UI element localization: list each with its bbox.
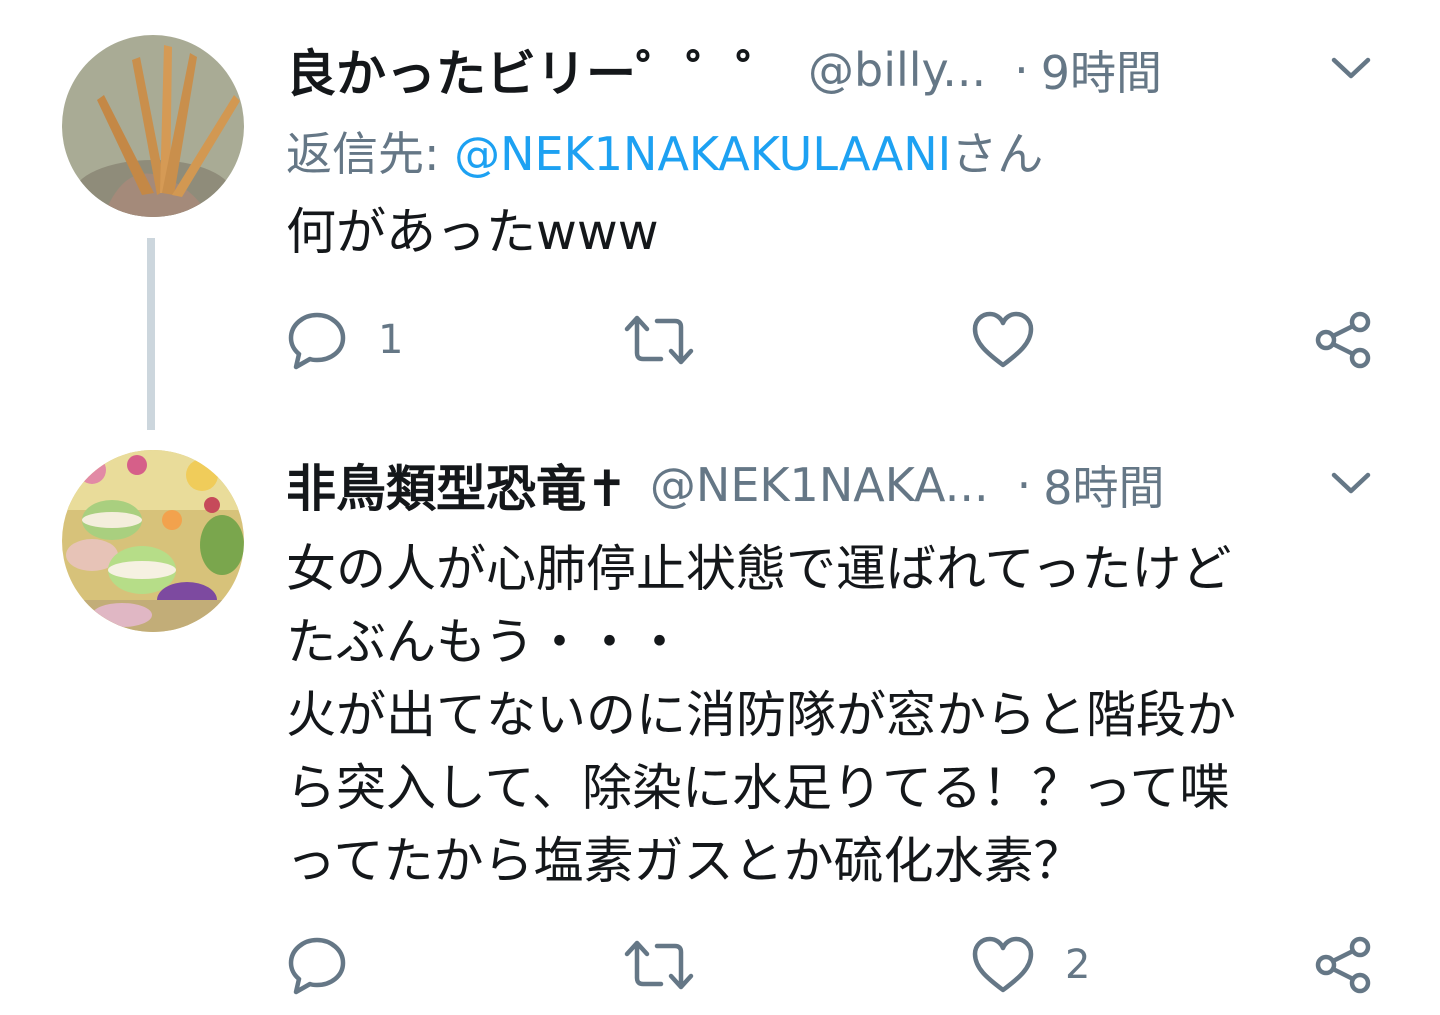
tweet-text: 何があったwww [286, 196, 1376, 269]
tweet-text-line: 何があったwww [286, 203, 659, 261]
reply-icon [286, 934, 348, 996]
reply-to-suffix: さん [951, 127, 1044, 181]
like-button[interactable] [971, 305, 1065, 375]
like-count: 2 [1065, 942, 1091, 988]
separator-dot: · [1014, 43, 1029, 97]
tweet-text-line: たぶんもう・・・ [286, 613, 685, 671]
retweet-button[interactable] [621, 930, 727, 1000]
reply-count: 1 [378, 317, 404, 363]
timestamp[interactable]: 8時間 [1043, 452, 1164, 518]
retweet-icon [621, 934, 697, 996]
avatar[interactable] [62, 35, 244, 217]
separator-dot: · [1016, 458, 1032, 512]
user-handle[interactable]: @NEK1NAKA... [650, 458, 989, 512]
share-icon [1312, 933, 1376, 997]
tweet-2[interactable]: 非鳥類型恐竜✝ @NEK1NAKA... · 8時間 女の人が心肺停止状態で運ば… [0, 430, 1440, 1015]
tweet-actions: 2 [286, 930, 1386, 1000]
reply-icon [286, 309, 348, 371]
share-button[interactable] [1312, 305, 1376, 375]
reply-button[interactable]: 1 [286, 305, 403, 375]
tweet-header: 非鳥類型恐竜✝ @NEK1NAKA... · 8時間 [286, 445, 1372, 525]
like-button[interactable]: 2 [971, 930, 1090, 1000]
tweet-actions: 1 [286, 305, 1386, 375]
reply-button[interactable] [286, 930, 378, 1000]
retweet-icon [621, 309, 697, 371]
share-icon [1312, 308, 1376, 372]
tweet-header: 良かったビリー゜゜゜ @billy... · 9時間 [286, 30, 1372, 110]
heart-icon [971, 934, 1035, 996]
tweet-text-line: ってたから塩素ガスとか硫化水素？ [286, 832, 1084, 890]
timestamp[interactable]: 9時間 [1041, 37, 1162, 103]
reply-to: 返信先: @NEK1NAKAKULAANIさん [286, 118, 1043, 184]
tweet-text-line: ら突入して、除染に水足りてる！？って喋 [286, 759, 1230, 817]
user-handle[interactable]: @billy... [808, 43, 986, 97]
thread-line [147, 238, 155, 430]
chevron-down-icon[interactable] [1330, 54, 1372, 84]
retweet-button[interactable] [621, 305, 727, 375]
tweet-text: 女の人が心肺停止状態で運ばれてったけど たぶんもう・・・ 火が出てないのに消防隊… [286, 533, 1376, 898]
reply-to-label: 返信先: [286, 127, 455, 181]
tweet-1[interactable]: 良かったビリー゜゜゜ @billy... · 9時間 返信先: @NEK1NAK… [0, 0, 1440, 430]
share-button[interactable] [1312, 930, 1376, 1000]
heart-icon [971, 309, 1035, 371]
chevron-down-icon[interactable] [1330, 469, 1372, 499]
display-name[interactable]: 非鳥類型恐竜✝ [286, 449, 628, 521]
tweet-text-line: 女の人が心肺停止状態で運ばれてったけど [286, 540, 1232, 598]
avatar[interactable] [62, 450, 244, 632]
tweet-text-line: 火が出てないのに消防隊が窓からと階段か [286, 686, 1236, 744]
display-name[interactable]: 良かったビリー゜゜゜ [286, 34, 786, 106]
reply-to-mention[interactable]: @NEK1NAKAKULAANI [454, 127, 951, 181]
